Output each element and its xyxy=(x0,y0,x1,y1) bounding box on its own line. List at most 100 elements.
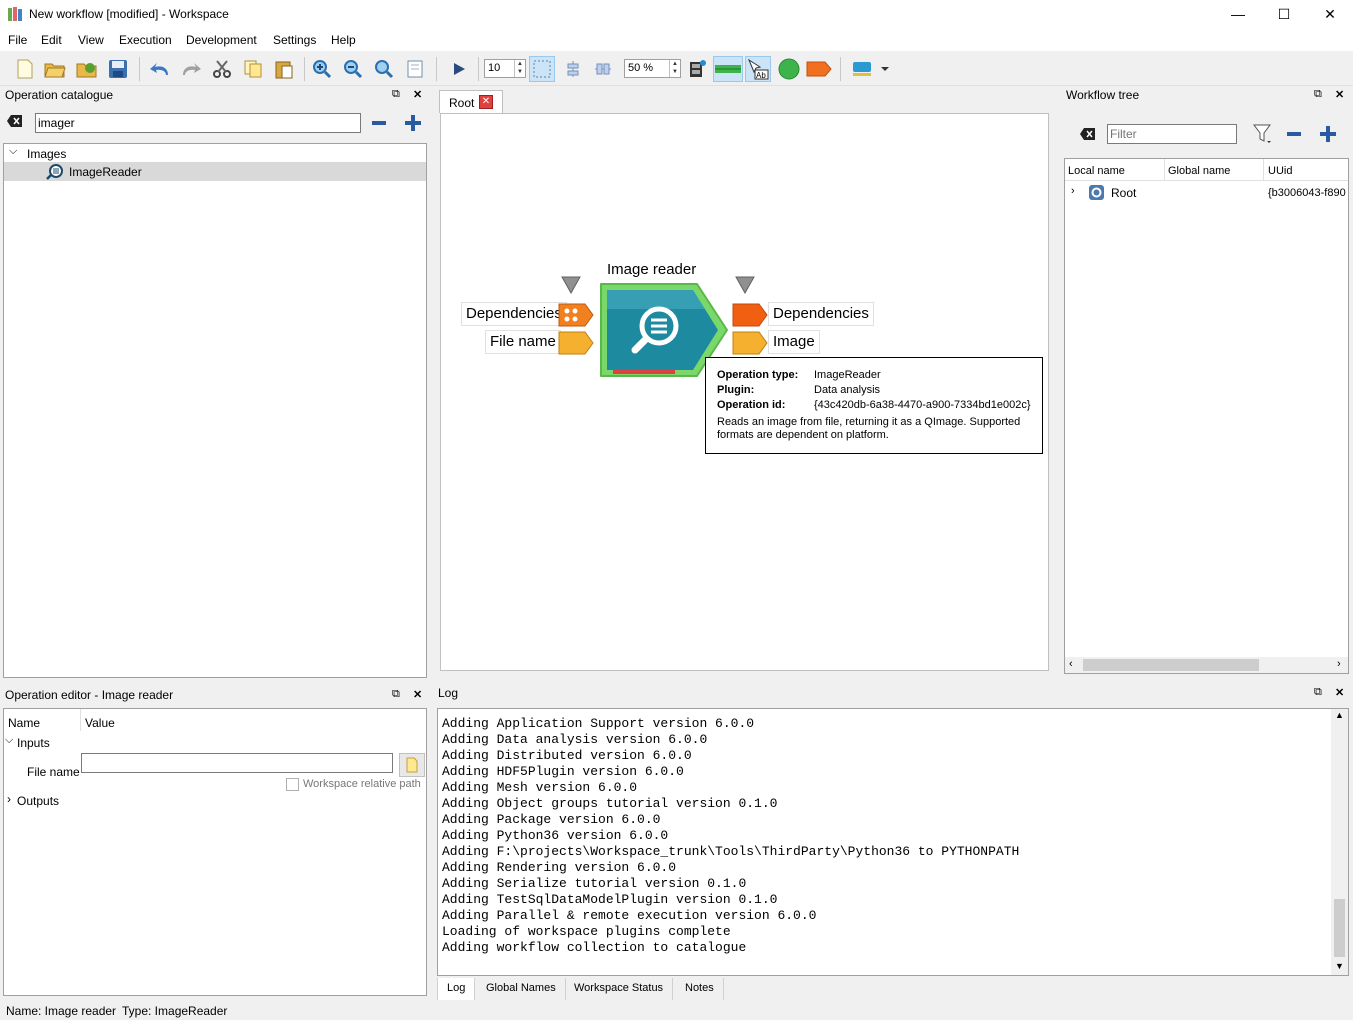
maximize-button[interactable]: ☐ xyxy=(1261,0,1307,30)
close-icon[interactable]: ✕ xyxy=(1335,686,1344,699)
page-icon[interactable] xyxy=(402,56,428,82)
filter-dropdown-icon[interactable] xyxy=(1253,123,1273,148)
redo-icon[interactable] xyxy=(178,56,204,82)
column-header[interactable]: Global name xyxy=(1168,165,1230,177)
film-icon[interactable] xyxy=(684,56,710,82)
menu-execution[interactable]: Execution xyxy=(119,33,172,47)
close-window-button[interactable]: ✕ xyxy=(1307,0,1353,30)
tab-global-names[interactable]: Global Names xyxy=(477,978,566,1000)
column-header: Value xyxy=(85,716,115,730)
run-icon[interactable] xyxy=(446,56,472,82)
align-vertical-icon[interactable] xyxy=(560,56,586,82)
tree-filter-input[interactable] xyxy=(1107,124,1237,144)
zoom-in-icon[interactable] xyxy=(309,56,335,82)
new-file-icon[interactable] xyxy=(12,56,38,82)
chevron-right-icon[interactable]: › xyxy=(1071,185,1075,197)
menu-help[interactable]: Help xyxy=(331,33,356,47)
output-dependencies-port-icon[interactable] xyxy=(732,303,768,330)
file-name-input[interactable] xyxy=(81,753,393,773)
close-icon[interactable]: ✕ xyxy=(413,88,422,101)
step-spinbox[interactable]: 10 ▲ ▼ xyxy=(484,59,526,78)
horizontal-scrollbar[interactable]: ‹ › xyxy=(1065,657,1348,673)
outputs-group-label[interactable]: Outputs xyxy=(17,794,59,808)
column-header[interactable]: Local name xyxy=(1068,165,1125,177)
tree-item-imagereader[interactable]: ImageReader xyxy=(4,162,426,181)
catalogue-search-input[interactable] xyxy=(35,113,361,133)
column-header[interactable]: UUid xyxy=(1268,165,1292,177)
title-bar: New workflow [modified] - Workspace — ☐ … xyxy=(0,0,1353,30)
workflow-root-icon xyxy=(1088,184,1105,204)
minimize-button[interactable]: — xyxy=(1215,0,1261,30)
catalogue-tree: ⌵ Images ImageReader xyxy=(3,143,427,678)
close-tab-icon[interactable]: ✕ xyxy=(479,95,493,109)
clear-search-icon[interactable] xyxy=(7,114,23,131)
vertical-scrollbar[interactable]: ▲ ▼ xyxy=(1331,709,1348,975)
paste-icon[interactable] xyxy=(271,56,297,82)
clear-filter-icon[interactable] xyxy=(1080,127,1096,144)
zoom-fit-icon[interactable] xyxy=(371,56,397,82)
spin-arrows-icon[interactable]: ▲ ▼ xyxy=(514,60,525,77)
scrollbar-thumb[interactable] xyxy=(1083,659,1259,671)
align-horizontal-icon[interactable] xyxy=(590,56,616,82)
save-icon[interactable] xyxy=(105,56,131,82)
chevron-down-icon[interactable]: ⌵ xyxy=(5,734,13,747)
relative-path-checkbox[interactable] xyxy=(286,778,299,791)
tab-root[interactable]: Root ✕ xyxy=(439,90,503,113)
menu-settings[interactable]: Settings xyxy=(273,33,316,47)
close-icon[interactable]: ✕ xyxy=(413,688,422,701)
cut-icon[interactable] xyxy=(209,56,235,82)
tree-row[interactable]: › Root {b3006043-f890 xyxy=(1065,183,1348,203)
scroll-left-icon[interactable]: ‹ xyxy=(1069,658,1073,670)
chevron-right-icon[interactable]: › xyxy=(7,792,11,806)
log-line: Adding F:\projects\Workspace_trunk\Tools… xyxy=(442,844,1020,859)
tooltip-description: formats are dependent on platform. xyxy=(717,429,889,441)
zoom-spinbox[interactable]: 50 % ▲ ▼ xyxy=(624,59,681,78)
tree-group-images[interactable]: Images xyxy=(27,147,66,161)
float-icon[interactable]: ⧉ xyxy=(1314,88,1322,101)
open-folder-icon[interactable] xyxy=(42,56,68,82)
operation-tooltip: Operation type: ImageReader Plugin: Data a… xyxy=(705,357,1043,454)
grid-icon[interactable] xyxy=(529,56,555,82)
menu-edit[interactable]: Edit xyxy=(41,33,62,47)
tab-notes[interactable]: Notes xyxy=(676,978,724,1000)
collapse-all-icon[interactable] xyxy=(371,115,387,134)
connection-style-icon[interactable] xyxy=(713,56,743,82)
scroll-right-icon[interactable]: › xyxy=(1337,658,1341,670)
input-filename-port-icon[interactable] xyxy=(558,331,594,358)
float-icon[interactable]: ⧉ xyxy=(1314,686,1322,699)
chevron-down-icon[interactable]: ⌵ xyxy=(9,145,17,158)
file-name-label: File name xyxy=(27,765,80,779)
relative-path-label: Workspace relative path xyxy=(303,778,421,790)
menu-view[interactable]: View xyxy=(78,33,104,47)
close-icon[interactable]: ✕ xyxy=(1335,88,1344,101)
editor-tree: Name Value ⌵ Inputs File name Workspace … xyxy=(3,708,427,996)
output-image-port-icon[interactable] xyxy=(732,331,768,358)
menu-development[interactable]: Development xyxy=(186,33,257,47)
collapse-all-icon[interactable] xyxy=(1286,126,1302,145)
input-dependencies-port-icon[interactable] xyxy=(558,303,594,330)
inputs-group-label[interactable]: Inputs xyxy=(17,736,50,750)
scrollbar-thumb[interactable] xyxy=(1334,899,1345,957)
green-circle-icon[interactable] xyxy=(776,56,802,82)
spin-arrows-icon[interactable]: ▲ ▼ xyxy=(669,60,680,77)
log-line: Adding Serialize tutorial version 0.1.0 xyxy=(442,876,747,891)
dependency-out-icon[interactable] xyxy=(735,276,755,297)
zoom-out-icon[interactable] xyxy=(340,56,366,82)
menu-file[interactable]: File xyxy=(8,33,27,47)
copy-icon[interactable] xyxy=(240,56,266,82)
expand-all-icon[interactable] xyxy=(1319,125,1337,146)
float-icon[interactable]: ⧉ xyxy=(392,688,400,701)
expand-all-icon[interactable] xyxy=(404,114,422,135)
undo-icon[interactable] xyxy=(147,56,173,82)
display-dropdown-icon[interactable] xyxy=(850,56,890,82)
scroll-up-icon[interactable]: ▲ xyxy=(1335,710,1344,720)
browse-file-button[interactable] xyxy=(399,753,425,777)
scroll-down-icon[interactable]: ▼ xyxy=(1335,961,1344,971)
dependency-in-icon[interactable] xyxy=(561,276,581,297)
orange-tag-icon[interactable] xyxy=(806,56,832,82)
tab-workspace-status[interactable]: Workspace Status xyxy=(565,978,674,1000)
label-tool-icon[interactable]: Ab xyxy=(745,56,771,82)
float-icon[interactable]: ⧉ xyxy=(392,88,400,101)
tab-log[interactable]: Log xyxy=(437,978,476,1000)
open-recent-icon[interactable] xyxy=(74,56,100,82)
